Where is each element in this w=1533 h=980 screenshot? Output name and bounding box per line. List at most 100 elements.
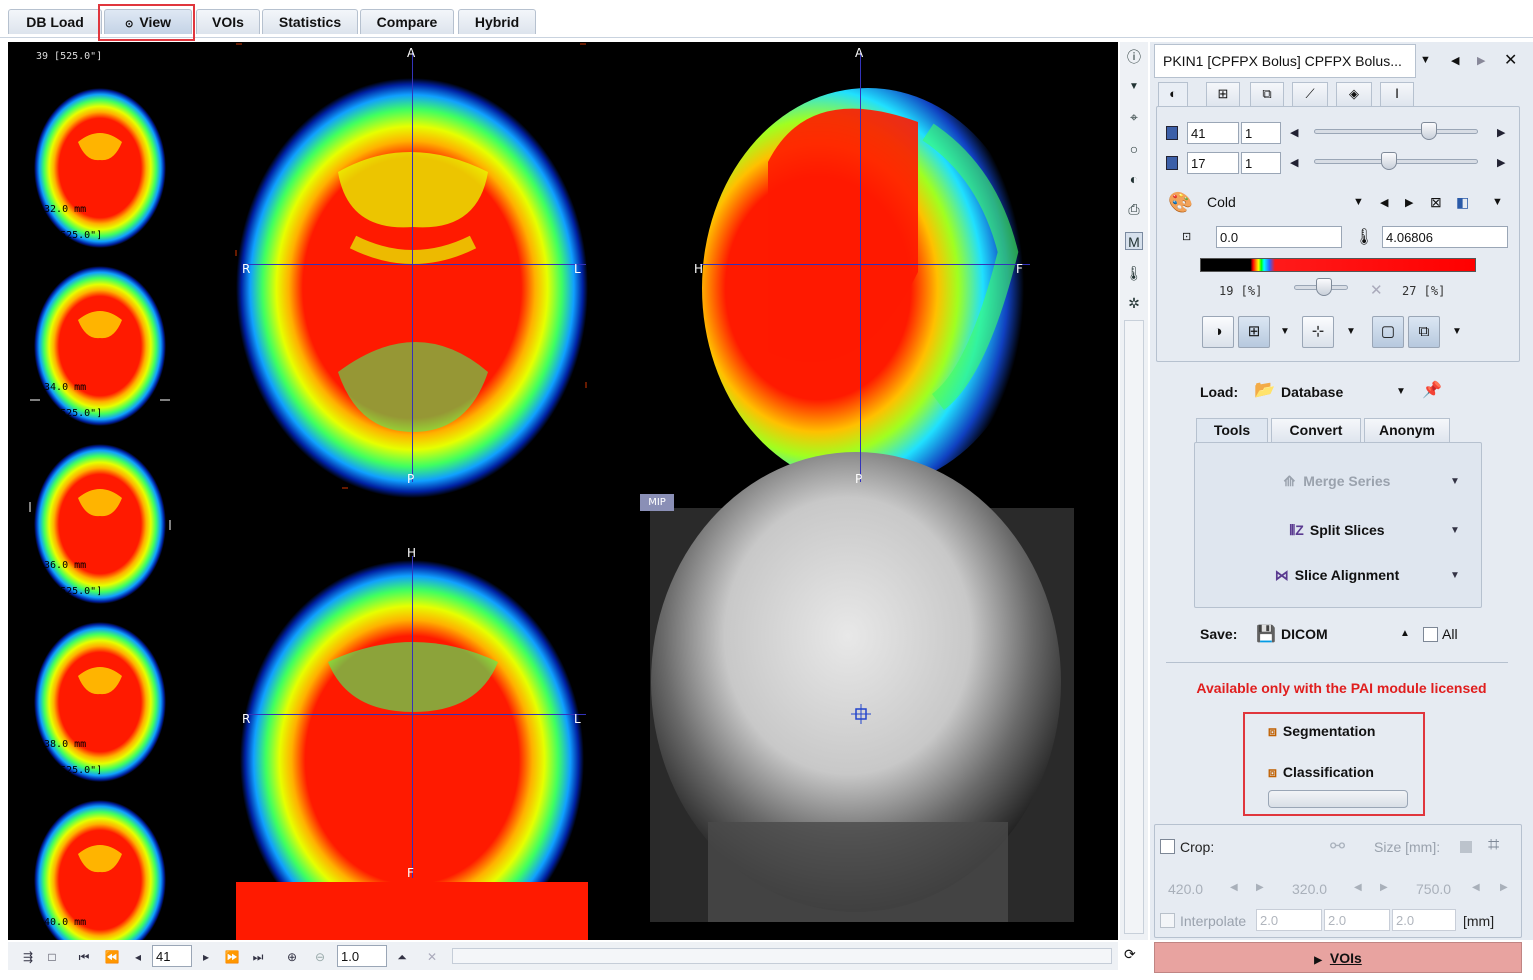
- save-dropdown-icon[interactable]: ▲: [1400, 628, 1410, 639]
- slice-input[interactable]: 41: [1187, 122, 1239, 144]
- print-icon[interactable]: ⎙: [1125, 200, 1143, 218]
- tab-statistics[interactable]: Statistics: [262, 9, 358, 34]
- frame-input[interactable]: 17: [1187, 152, 1239, 174]
- vertical-scrollbar[interactable]: [1124, 320, 1144, 934]
- colormap-next-icon[interactable]: ▶: [1405, 196, 1413, 209]
- slice-dec-icon[interactable]: ◀: [1290, 126, 1298, 139]
- slice-number-input[interactable]: 41: [152, 945, 192, 967]
- crop-y-value[interactable]: 320.0: [1292, 881, 1327, 897]
- tab-layout[interactable]: ⊞: [1206, 82, 1240, 106]
- interp-y-input[interactable]: 2.0: [1324, 909, 1390, 931]
- last-slice-icon[interactable]: ⏭: [248, 947, 268, 967]
- contour-button[interactable]: ▢: [1372, 316, 1404, 348]
- colormap-dropdown-icon[interactable]: ▼: [1353, 196, 1364, 208]
- slice-inc-icon[interactable]: ▶: [1497, 126, 1505, 139]
- dropdown-arrow-icon[interactable]: ▼: [1125, 78, 1143, 96]
- crop-x-value[interactable]: 420.0: [1168, 881, 1203, 897]
- min-value-input[interactable]: 0.0: [1216, 226, 1342, 248]
- crop-z-dec-icon[interactable]: ◀: [1472, 882, 1480, 893]
- frame-dec-icon[interactable]: ◀: [1290, 156, 1298, 169]
- segmentation-button[interactable]: ⧈ Segmentation: [1268, 718, 1408, 744]
- thermo-max-icon[interactable]: 🌡: [1354, 227, 1374, 247]
- fusion-dropdown-icon[interactable]: ▼: [1452, 326, 1462, 337]
- sync-icon[interactable]: ⟳: [1124, 946, 1136, 963]
- horizontal-scrollbar[interactable]: [452, 948, 1112, 964]
- frame-inc-icon[interactable]: ▶: [1497, 156, 1505, 169]
- circle-icon[interactable]: ○: [1125, 140, 1143, 158]
- tools-icon[interactable]: ⌖: [1125, 108, 1143, 126]
- fast-back-icon[interactable]: ⏪: [102, 947, 122, 967]
- tab-fusion[interactable]: ⧉: [1250, 82, 1284, 106]
- frame-slider-thumb[interactable]: [1380, 152, 1397, 170]
- checker-icon[interactable]: ⊠: [1430, 194, 1442, 211]
- pin-icon[interactable]: 📌: [1422, 380, 1442, 400]
- slice-step-input[interactable]: 1: [1241, 122, 1281, 144]
- threshold-slider-thumb[interactable]: [1316, 278, 1332, 296]
- colormap-name[interactable]: Cold: [1207, 194, 1236, 210]
- tab-colormap[interactable]: ◐: [1158, 82, 1188, 106]
- image-viewer[interactable]: 39 [525.0"] 132.0 mm 40 [525.0"] 134.0 m…: [8, 42, 1118, 940]
- overlay-dropdown-icon[interactable]: ▼: [1280, 326, 1290, 337]
- close-icon[interactable]: ✕: [1504, 50, 1517, 70]
- classification-button[interactable]: ⧈ Classification: [1268, 759, 1408, 785]
- tab-hybrid[interactable]: Hybrid: [458, 9, 536, 34]
- layout-icon[interactable]: ⇶: [18, 947, 38, 967]
- crop-y-dec-icon[interactable]: ◀: [1354, 882, 1362, 893]
- split-slices-row[interactable]: ⫴Z Split Slices: [1200, 511, 1474, 549]
- reset-zoom-icon[interactable]: ✕: [422, 947, 442, 967]
- crop-y-inc-icon[interactable]: ▶: [1380, 882, 1388, 893]
- tab-3d[interactable]: ◈: [1336, 82, 1372, 106]
- grid-button[interactable]: ⊹: [1302, 316, 1334, 348]
- save-format[interactable]: DICOM: [1281, 626, 1328, 642]
- series-dropdown-icon[interactable]: ▼: [1420, 54, 1431, 66]
- tab-db-load[interactable]: DB Load: [8, 9, 102, 34]
- load-dropdown-icon[interactable]: ▼: [1396, 386, 1406, 397]
- slice-alignment-row[interactable]: ⋈ Slice Alignment: [1200, 556, 1474, 594]
- fast-forward-icon[interactable]: ⏩: [222, 947, 242, 967]
- palette-icon[interactable]: 🎨: [1168, 190, 1193, 215]
- frame-toggle-icon[interactable]: □: [42, 947, 62, 967]
- link-icon[interactable]: ⚯: [1330, 836, 1345, 857]
- fusion-button[interactable]: ⧉: [1408, 316, 1440, 348]
- tab-thermo[interactable]: Ⅰ: [1380, 82, 1414, 106]
- prev-slice-icon[interactable]: ◂: [128, 947, 148, 967]
- zoom-input[interactable]: 1.0: [337, 945, 387, 967]
- info-icon[interactable]: ⓘ: [1125, 48, 1143, 66]
- grid-dropdown-icon[interactable]: ▼: [1346, 326, 1356, 337]
- series-combo[interactable]: PKIN1 [CPFPX Bolus] CPFPX Bolus...: [1154, 44, 1416, 78]
- vois-button[interactable]: ▶ VOIs: [1154, 942, 1522, 973]
- zoom-up-icon[interactable]: ⏶: [392, 947, 412, 967]
- contrast-icon[interactable]: ◐: [1125, 170, 1143, 188]
- options-dropdown-icon[interactable]: ▼: [1492, 196, 1503, 208]
- frame-step-input[interactable]: 1: [1241, 152, 1281, 174]
- next-slice-icon[interactable]: ▸: [196, 947, 216, 967]
- tab-convert[interactable]: Convert: [1271, 418, 1361, 442]
- load-source[interactable]: Database: [1281, 384, 1343, 400]
- split-dropdown-icon[interactable]: ▼: [1450, 525, 1460, 536]
- alignment-dropdown-icon[interactable]: ▼: [1450, 570, 1460, 581]
- tab-curves[interactable]: ⟋: [1292, 82, 1328, 106]
- interp-x-input[interactable]: 2.0: [1256, 909, 1322, 931]
- settings-icon[interactable]: ✲: [1125, 294, 1143, 312]
- tab-tools[interactable]: Tools: [1196, 418, 1268, 442]
- slice-slider[interactable]: [1314, 129, 1478, 134]
- invert-button[interactable]: ◑: [1202, 316, 1234, 348]
- thermometer-icon[interactable]: 🌡: [1125, 264, 1143, 282]
- first-slice-icon[interactable]: ⏮: [74, 947, 94, 967]
- series-next-icon[interactable]: ▶: [1477, 54, 1485, 67]
- crop-x-dec-icon[interactable]: ◀: [1230, 882, 1238, 893]
- overlay-button[interactable]: ⊞: [1238, 316, 1270, 348]
- reset-threshold-icon[interactable]: ✕: [1370, 281, 1383, 299]
- crop-icon[interactable]: ⌗: [1488, 834, 1499, 857]
- series-prev-icon[interactable]: ◀: [1451, 54, 1459, 67]
- interp-z-input[interactable]: 2.0: [1392, 909, 1456, 931]
- crop-checkbox[interactable]: [1160, 839, 1175, 854]
- slice-slider-thumb[interactable]: [1420, 122, 1437, 140]
- gradient-icon[interactable]: ◧: [1456, 194, 1469, 211]
- crop-z-inc-icon[interactable]: ▶: [1500, 882, 1508, 893]
- merge-series-row[interactable]: ⟰ Merge Series: [1200, 462, 1474, 500]
- max-value-input[interactable]: 4.06806: [1382, 226, 1508, 248]
- tab-anonym[interactable]: Anonym: [1364, 418, 1450, 442]
- tab-compare[interactable]: Compare: [360, 9, 454, 34]
- colormap-prev-icon[interactable]: ◀: [1380, 196, 1388, 209]
